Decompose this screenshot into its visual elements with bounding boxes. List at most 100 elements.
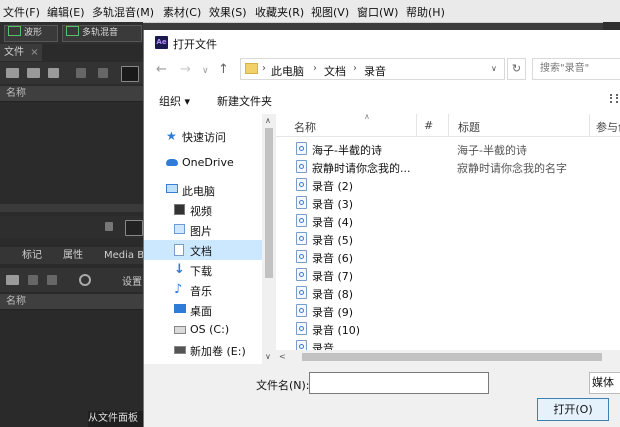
trash-icon[interactable]: [28, 275, 38, 285]
menu-help[interactable]: 帮助(H): [406, 4, 445, 20]
menu-window[interactable]: 窗口(W): [357, 4, 398, 20]
menu-bar: 文件(F) 编辑(E) 多轨混音(M) 素材(C) 效果(S) 收藏夹(R) 视…: [0, 0, 620, 23]
menu-file[interactable]: 文件(F): [3, 4, 40, 20]
music-icon: ♪: [174, 282, 183, 297]
breadcrumb-this-pc[interactable]: 此电脑: [271, 63, 304, 79]
menu-effects[interactable]: 效果(S): [209, 4, 247, 20]
nav-quick-access[interactable]: ★ 快速访问: [144, 126, 262, 146]
list-item[interactable]: 海子-半截的诗 海子-半截的诗: [294, 140, 614, 158]
settings-button[interactable]: 设置: [122, 273, 142, 288]
list-item[interactable]: 寂静时请你念我的... 寂静时请你念我的名字: [294, 158, 614, 176]
view-options-icon[interactable]: [610, 94, 618, 103]
column-divider[interactable]: [416, 114, 417, 136]
zoom-icon[interactable]: [79, 274, 91, 286]
scroll-up-icon[interactable]: ∧: [265, 116, 271, 125]
nav-onedrive[interactable]: OneDrive: [144, 153, 262, 173]
list-item[interactable]: 录音 (4): [294, 212, 614, 230]
insert-icon[interactable]: [48, 68, 59, 78]
up-arrow-icon[interactable]: ↑: [218, 63, 229, 76]
dialog-titlebar[interactable]: Ae 打开文件: [144, 30, 620, 56]
nav-videos[interactable]: 视频: [144, 200, 262, 220]
clip-icon[interactable]: [76, 68, 86, 78]
column-contributors[interactable]: 参与创: [596, 119, 620, 135]
audio-file-icon: [296, 160, 307, 173]
close-icon[interactable]: ×: [30, 47, 38, 58]
video-icon: [174, 204, 185, 215]
column-title[interactable]: 标题: [458, 119, 480, 135]
delete-icon[interactable]: [98, 68, 108, 78]
open-file-icon[interactable]: [6, 68, 19, 78]
nav-this-pc[interactable]: 此电脑: [144, 180, 262, 200]
file-name: 海子-半截的诗: [312, 144, 382, 157]
organize-button[interactable]: 组织 ▾: [159, 93, 190, 109]
tab-properties[interactable]: 属性: [63, 247, 83, 264]
column-divider[interactable]: [448, 114, 449, 136]
search-input[interactable]: 搜索"录音": [532, 58, 620, 80]
export-icon[interactable]: [125, 220, 143, 236]
list-item[interactable]: 录音: [294, 338, 614, 350]
files-tab[interactable]: 文件 ×: [0, 44, 42, 61]
nav-downloads[interactable]: ↓ 下载: [144, 260, 262, 280]
nav-drive-c[interactable]: OS (C:): [144, 320, 262, 340]
waveform-icon: [8, 26, 21, 36]
menu-clip[interactable]: 素材(C): [163, 4, 201, 20]
import-icon[interactable]: [27, 68, 40, 78]
column-divider[interactable]: [589, 114, 590, 136]
list-item[interactable]: 录音 (7): [294, 266, 614, 284]
folder-icon: [245, 63, 258, 74]
audio-file-icon: [296, 340, 307, 350]
files-hscroll[interactable]: [0, 204, 143, 212]
toolbar-right-strip: [603, 22, 620, 30]
breadcrumb-recordings[interactable]: 录音: [364, 63, 386, 79]
list-item[interactable]: 录音 (8): [294, 284, 614, 302]
list-item[interactable]: 录音 (6): [294, 248, 614, 266]
tab-media-browser[interactable]: Media Br: [104, 247, 148, 264]
nav-desktop[interactable]: 桌面: [144, 300, 262, 320]
nav-documents[interactable]: 文档: [144, 240, 262, 260]
breadcrumb-documents[interactable]: 文档: [324, 63, 346, 79]
list-item[interactable]: 录音 (10): [294, 320, 614, 338]
open-button[interactable]: 打开(O): [537, 398, 609, 421]
filename-label: 文件名(N):: [256, 379, 310, 392]
menu-view[interactable]: 视图(V): [311, 4, 349, 20]
breadcrumb-separator: ›: [313, 63, 317, 74]
menu-favorites[interactable]: 收藏夹(R): [255, 4, 304, 20]
forward-arrow-icon[interactable]: →: [180, 63, 191, 76]
menu-multitrack[interactable]: 多轨混音(M): [92, 4, 154, 20]
play-icon[interactable]: [105, 222, 113, 231]
search-icon[interactable]: [121, 66, 139, 82]
app-icon: Ae: [155, 36, 168, 49]
menu-edit[interactable]: 编辑(E): [47, 4, 85, 20]
files-panel-toolbar: [0, 62, 143, 84]
copy-icon[interactable]: [47, 275, 57, 285]
refresh-icon[interactable]: ↻: [507, 58, 526, 80]
address-bar[interactable]: › 此电脑 › 文档 › 录音 ∨: [240, 58, 505, 80]
column-number[interactable]: #: [424, 119, 433, 132]
scroll-left-icon[interactable]: <: [279, 352, 286, 361]
lower-tab-bar: 标记 属性 Media Br: [0, 247, 148, 264]
folder-icon[interactable]: [6, 275, 19, 285]
nav-drive-e[interactable]: 新加卷 (E:): [144, 340, 262, 360]
nav-label: 桌面: [190, 305, 212, 318]
audio-file-icon: [296, 142, 307, 155]
back-arrow-icon[interactable]: ←: [156, 63, 167, 76]
recent-dropdown-icon[interactable]: ∨: [202, 65, 209, 78]
multitrack-button[interactable]: 多轨混音: [62, 25, 142, 42]
list-item[interactable]: 录音 (5): [294, 230, 614, 248]
nav-music[interactable]: ♪ 音乐: [144, 280, 262, 300]
column-name[interactable]: 名称: [294, 119, 316, 135]
filename-input[interactable]: [309, 372, 489, 394]
list-item[interactable]: 录音 (9): [294, 302, 614, 320]
address-dropdown-icon[interactable]: ∨: [491, 64, 497, 73]
list-item[interactable]: 录音 (2): [294, 176, 614, 194]
new-folder-button[interactable]: 新建文件夹: [217, 93, 272, 109]
tab-markers[interactable]: 标记: [22, 247, 42, 264]
nav-pictures[interactable]: 图片: [144, 220, 262, 240]
list-item[interactable]: 录音 (3): [294, 194, 614, 212]
nav-scroll-thumb[interactable]: [265, 128, 273, 278]
scroll-down-icon[interactable]: ∨: [265, 352, 271, 361]
audio-file-icon: [296, 178, 307, 191]
file-list-hscroll-thumb[interactable]: [302, 353, 602, 361]
waveform-button[interactable]: 波形: [4, 25, 58, 42]
file-type-select[interactable]: 媒体: [589, 372, 620, 394]
